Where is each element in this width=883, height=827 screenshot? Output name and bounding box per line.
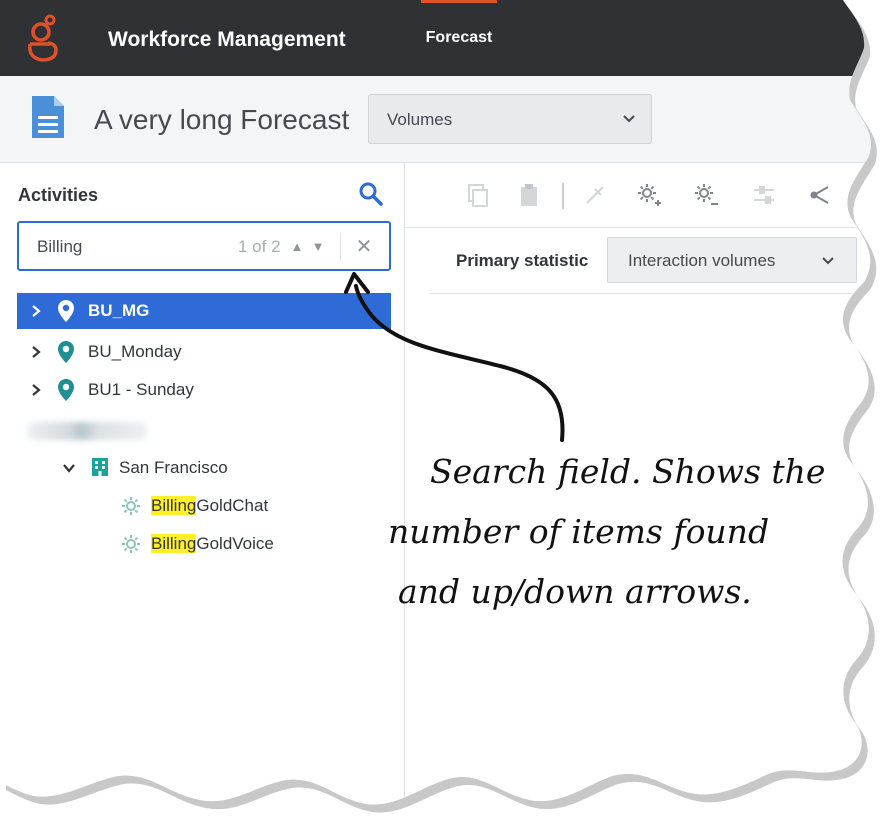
primary-statistic-label: Primary statistic	[456, 251, 589, 270]
copy-icon[interactable]	[463, 181, 491, 209]
app-title: Workforce Management	[108, 28, 346, 51]
activities-panel: Activities Billing 1 of 2 ▲ ▼ ✕ BU_MG BU…	[0, 163, 405, 827]
tree-item-bu-mg[interactable]: BU_MG	[17, 293, 391, 329]
nav-tab-forecast-label: Forecast	[425, 29, 493, 46]
settings-remove-icon[interactable]	[692, 181, 720, 209]
tree-item-activity[interactable]: BillingGoldVoice	[17, 526, 391, 562]
forecast-header: A very long Forecast Volumes	[0, 76, 883, 163]
search-match-highlight: Billing	[151, 496, 197, 515]
genesys-logo-icon	[26, 14, 60, 68]
building-icon	[90, 457, 110, 477]
toolbar-divider	[562, 183, 564, 209]
label-remainder: GoldChat	[196, 496, 269, 515]
search-match-highlight: Billing	[151, 534, 197, 553]
paste-icon[interactable]	[515, 181, 543, 209]
tree-item-label: BU1 - Sunday	[88, 380, 194, 399]
tree-item-label: San Francisco	[119, 458, 228, 477]
chevron-right-icon[interactable]	[29, 382, 43, 398]
primary-statistic-value: Interaction volumes	[628, 251, 776, 270]
tree-item-site[interactable]: San Francisco	[17, 450, 391, 486]
chevron-right-icon[interactable]	[29, 344, 43, 360]
chevron-down-icon	[623, 115, 635, 123]
search-divider	[340, 233, 341, 261]
activities-search-field[interactable]: Billing 1 of 2 ▲ ▼ ✕	[17, 221, 391, 271]
search-result-count: 1 of 2	[238, 237, 281, 256]
tree-item-activity[interactable]: BillingGoldChat	[17, 488, 391, 524]
search-input-value[interactable]: Billing	[37, 237, 82, 257]
activities-heading: Activities	[18, 185, 99, 205]
app-window: Workforce Management Forecast A very lon…	[0, 0, 883, 827]
tree-item-label: BU_MG	[88, 301, 150, 320]
previous-result-up-arrow-icon[interactable]: ▲	[289, 235, 305, 257]
tree-item-bu1-sunday[interactable]: BU1 - Sunday	[17, 372, 391, 408]
primary-statistic-select[interactable]: Interaction volumes	[607, 237, 857, 283]
chevron-down-icon[interactable]	[62, 460, 76, 476]
toolbar	[405, 163, 883, 228]
map-pin-icon	[57, 340, 75, 364]
split-icon[interactable]	[581, 181, 609, 209]
tree-item-redacted[interactable]	[17, 412, 391, 448]
view-select[interactable]: Volumes	[368, 94, 652, 144]
gear-icon	[121, 496, 141, 516]
chevron-down-icon	[822, 257, 834, 265]
tree-item-label: BU_Monday	[88, 342, 182, 361]
primary-statistic-bar: Primary statistic Interaction volumes	[429, 227, 883, 294]
top-bar: Workforce Management Forecast	[0, 0, 883, 76]
nav-tab-forecast[interactable]: Forecast	[419, 0, 499, 76]
map-pin-icon	[57, 378, 75, 402]
forecast-content-panel: Primary statistic Interaction volumes	[405, 163, 883, 827]
tree-item-label: BillingGoldVoice	[151, 534, 274, 554]
share-icon[interactable]	[806, 181, 834, 209]
gear-icon	[121, 534, 141, 554]
chevron-right-icon[interactable]	[29, 303, 43, 319]
forecast-title: A very long Forecast	[94, 104, 350, 135]
view-select-value: Volumes	[387, 110, 453, 129]
next-result-down-arrow-icon[interactable]: ▼	[310, 235, 326, 257]
tree-item-label: BillingGoldChat	[151, 496, 268, 516]
redacted-item	[27, 422, 147, 440]
document-icon	[30, 94, 66, 140]
search-icon[interactable]	[358, 181, 384, 207]
sliders-icon[interactable]	[750, 181, 778, 209]
tree-item-bu-monday[interactable]: BU_Monday	[17, 334, 391, 370]
label-remainder: GoldVoice	[196, 534, 274, 553]
map-pin-icon	[57, 299, 75, 323]
clear-search-icon[interactable]: ✕	[350, 232, 378, 260]
settings-add-icon[interactable]	[635, 181, 663, 209]
